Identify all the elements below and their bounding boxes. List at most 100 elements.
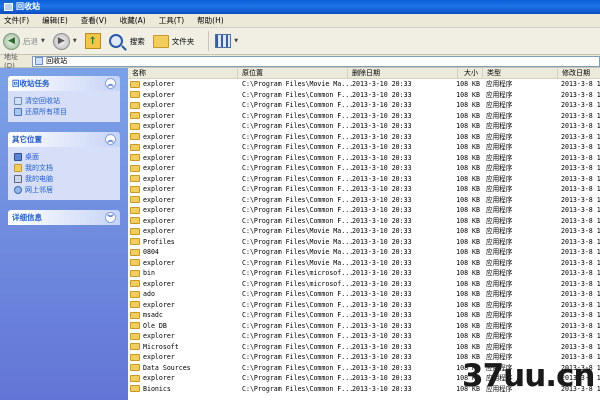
back-button[interactable]: ◀ 后退 ▼ (3, 32, 45, 50)
file-row[interactable]: Ole DB C:\Program Files\Common F... 2013-3… (128, 321, 600, 332)
menu-help[interactable]: 帮助(H) (197, 15, 224, 26)
file-row[interactable]: Profiles C:\Program Files\Movie Ma... 2013… (128, 237, 600, 248)
up-button[interactable]: ↑ (84, 33, 101, 49)
file-row[interactable]: explorer C:\Program Files\Common F... 2013… (128, 216, 600, 227)
file-size: 108 KB (456, 237, 480, 246)
file-modified-date: 2013-3-8 1 (561, 332, 600, 340)
file-modified-date: 2013-3-8 1 (561, 311, 600, 319)
column-header-deleted[interactable]: 删除日期 (348, 68, 458, 79)
file-row[interactable]: ado C:\Program Files\Common F... 2013-3-10… (128, 289, 600, 300)
file-row[interactable]: explorer C:\Program Files\Common F... 2013… (128, 163, 600, 174)
file-location: C:\Program Files\Common F... (242, 384, 352, 393)
file-name: 0804 (130, 247, 238, 258)
forward-button[interactable]: ▶ ▼ (52, 32, 77, 50)
network-places-link[interactable]: 网上邻居 (14, 184, 114, 195)
file-row[interactable]: explorer C:\Program Files\Common F... 2013… (128, 111, 600, 122)
file-name: explorer (130, 331, 238, 342)
file-type: 应用程序 (486, 311, 513, 319)
file-row[interactable]: msadc C:\Program Files\Common F... 2013-3-… (128, 310, 600, 321)
file-location: C:\Program Files\Common F... (242, 300, 352, 309)
file-size: 108 KB (456, 90, 480, 99)
desktop-link[interactable]: 桌面 (14, 151, 114, 162)
address-input[interactable]: 回收站 (32, 55, 600, 67)
panel-header[interactable]: 详细信息 ︾ (8, 210, 120, 225)
file-row[interactable]: explorer C:\Program Files\Common F... 2013… (128, 174, 600, 185)
file-deleted-date: 2013-3-10 20:33 (352, 90, 412, 99)
collapse-chevron-icon[interactable]: ︽ (105, 78, 116, 89)
panel-header[interactable]: 回收站任务 ︽ (8, 76, 120, 91)
file-row[interactable]: explorer C:\Program Files\Common F... 2013… (128, 205, 600, 216)
file-row[interactable]: explorer C:\Program Files\Common F... 2013… (128, 100, 600, 111)
file-location: C:\Program Files\Common F... (242, 321, 352, 330)
column-header-size[interactable]: 大小 (458, 68, 483, 79)
file-deleted-date: 2013-3-10 20:33 (352, 206, 412, 214)
file-row[interactable]: explorer C:\Program Files\Common F... 2013… (128, 300, 600, 311)
collapse-chevron-icon[interactable]: ︽ (105, 134, 116, 145)
column-header-type[interactable]: 类型 (483, 68, 558, 79)
column-header-location[interactable]: 原位置 (238, 68, 348, 79)
file-size: 108 KB (456, 300, 480, 309)
empty-recycle-bin-link[interactable]: 清空回收站 (14, 95, 114, 106)
file-row[interactable]: explorer C:\Program Files\Movie Ma... 2013… (128, 79, 600, 90)
folder-icon (130, 185, 140, 193)
column-header-modified[interactable]: 修改日期 (558, 68, 600, 79)
search-button[interactable]: 搜索 (108, 34, 145, 48)
menu-tools[interactable]: 工具(T) (159, 15, 184, 26)
file-row[interactable]: explorer C:\Program Files\Common F... 2013… (128, 184, 600, 195)
file-modified-date: 2013-3-8 1 (561, 143, 600, 151)
file-row[interactable]: Microsoft C:\Program Files\Common F... 201… (128, 342, 600, 353)
file-size: 108 KB (456, 311, 480, 319)
folder-icon (130, 280, 140, 288)
file-location: C:\Program Files\Common F... (242, 164, 352, 172)
file-row[interactable]: 0804 C:\Program Files\Movie Ma... 2013-3-1… (128, 247, 600, 258)
file-type: 应用程序 (486, 111, 513, 120)
file-size: 108 KB (456, 185, 480, 193)
file-location: C:\Program Files\Common F... (242, 290, 352, 298)
file-deleted-date: 2013-3-10 20:33 (352, 216, 412, 225)
my-computer-link[interactable]: 我的电脑 (14, 173, 114, 184)
back-arrow-icon: ◀ (3, 32, 20, 50)
file-size: 108 KB (456, 332, 480, 340)
expand-chevron-icon[interactable]: ︾ (105, 212, 116, 223)
file-name: explorer (130, 100, 238, 111)
file-row[interactable]: explorer C:\Program Files\Movie Ma... 2013… (128, 258, 600, 269)
file-row[interactable]: explorer C:\Program Files\Common F... 2013… (128, 195, 600, 206)
menu-edit[interactable]: 编辑(E) (42, 15, 68, 26)
file-name: explorer (130, 163, 238, 174)
restore-all-link[interactable]: 还原所有项目 (14, 106, 114, 117)
file-row[interactable]: explorer C:\Program Files\Common F... 2013… (128, 132, 600, 143)
file-row[interactable]: bin C:\Program Files\microsof... 2013-3-10… (128, 268, 600, 279)
file-row[interactable]: explorer C:\Program Files\Movie Ma... 2013… (128, 226, 600, 237)
link-label: 清空回收站 (25, 96, 60, 105)
file-row[interactable]: explorer C:\Program Files\Common F... 2013… (128, 121, 600, 132)
menu-view[interactable]: 查看(V) (81, 15, 107, 26)
file-size: 108 KB (456, 269, 480, 277)
file-name: explorer (130, 153, 238, 164)
folder-icon (130, 164, 140, 172)
file-modified-date: 2013-3-8 1 (561, 195, 600, 204)
views-button[interactable]: ▼ (215, 34, 238, 48)
folder-icon (130, 311, 140, 319)
file-row[interactable]: explorer C:\Program Files\Common F... 2013… (128, 142, 600, 153)
column-header-name[interactable]: 名称 (128, 68, 238, 79)
folders-button[interactable]: 文件夹 (152, 34, 194, 48)
file-location: C:\Program Files\Common F... (242, 174, 352, 183)
my-documents-link[interactable]: 我的文档 (14, 162, 114, 173)
panel-header[interactable]: 其它位置 ︽ (8, 132, 120, 147)
file-type: 应用程序 (486, 269, 513, 277)
file-row[interactable]: explorer C:\Program Files\Common F... 2013… (128, 331, 600, 342)
file-type: 应用程序 (486, 300, 513, 309)
menu-favorites[interactable]: 收藏(A) (120, 15, 146, 26)
file-deleted-date: 2013-3-10 20:33 (352, 248, 412, 256)
folder-icon (130, 175, 140, 183)
file-row[interactable]: explorer C:\Program Files\microsof... 2013… (128, 279, 600, 290)
file-size: 108 KB (456, 258, 480, 267)
file-modified-date: 2013-3-8 1 (561, 185, 600, 193)
file-row[interactable]: explorer C:\Program Files\Common F... 2013… (128, 90, 600, 101)
file-name: explorer (130, 195, 238, 206)
file-size: 108 KB (456, 342, 480, 351)
menu-file[interactable]: 文件(F) (4, 15, 29, 26)
file-row[interactable]: explorer C:\Program Files\Common F... 2013… (128, 153, 600, 164)
file-location: C:\Program Files\Movie Ma... (242, 248, 352, 256)
file-modified-date: 2013-3-8 1 (561, 237, 600, 246)
